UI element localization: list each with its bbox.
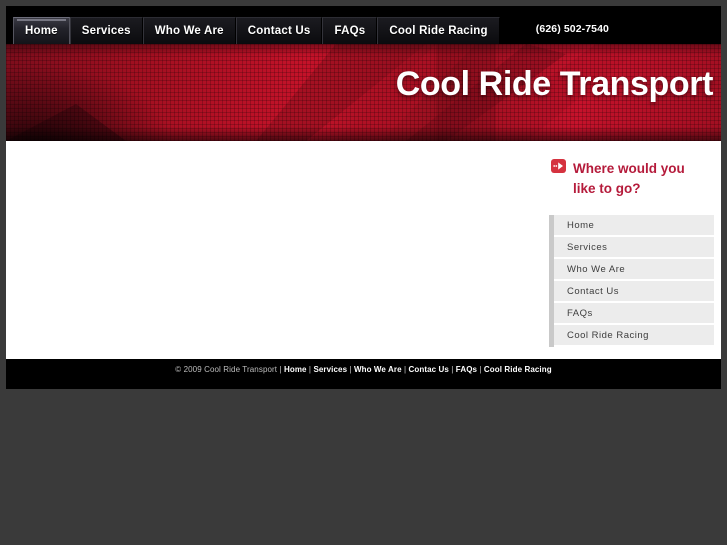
main-content-area: Where would you like to go? Home Services… — [6, 141, 721, 359]
sidebar: Where would you like to go? Home Services… — [549, 141, 714, 347]
sidebar-item-label: Cool Ride Racing — [567, 329, 649, 341]
sidebar-item-label: Home — [567, 219, 595, 231]
sidebar-item-label: Who We Are — [567, 263, 626, 275]
arrow-right-icon — [551, 159, 566, 173]
sidebar-heading-line2: like to go? — [573, 181, 641, 196]
sidebar-heading-line1: Where would you — [573, 161, 685, 176]
sidebar-item-services[interactable]: Services — [549, 237, 714, 259]
site-frame: Home Services Who We Are Contact Us FAQs Cool… — [0, 0, 727, 389]
sidebar-item-accent-bar — [549, 237, 554, 259]
footer-link-services[interactable]: Services — [313, 365, 347, 374]
nav-tab-label: Cool Ride Racing — [389, 25, 488, 37]
phone-number: (626) 502-7540 — [535, 23, 609, 35]
sidebar-item-label: FAQs — [567, 307, 593, 319]
site-title: Cool Ride Transport — [395, 65, 714, 103]
footer-links: © 2009 Cool Ride Transport | Home | Serv… — [6, 365, 721, 374]
footer-separator: | — [277, 365, 284, 374]
nav-tab-cool-ride-racing[interactable]: Cool Ride Racing — [377, 17, 500, 44]
footer-link-faqs[interactable]: FAQs — [456, 365, 477, 374]
sidebar-item-faqs[interactable]: FAQs — [549, 303, 714, 325]
nav-tab-label: Contact Us — [247, 25, 311, 37]
top-navigation-bar: Home Services Who We Are Contact Us FAQs Cool… — [6, 6, 721, 44]
footer-separator: | — [347, 365, 354, 374]
sidebar-item-accent-bar — [549, 281, 554, 303]
nav-tab-label: FAQs — [334, 25, 366, 37]
sidebar-item-cool-ride-racing[interactable]: Cool Ride Racing — [549, 325, 714, 347]
footer-copyright: © 2009 Cool Ride Transport — [175, 365, 278, 374]
sidebar-item-accent-bar — [549, 259, 554, 281]
sidebar-item-accent-bar — [549, 215, 554, 237]
sidebar-item-contact-us[interactable]: Contact Us — [549, 281, 714, 303]
footer-link-contac-us[interactable]: Contac Us — [408, 365, 448, 374]
sidebar-item-accent-bar — [549, 325, 554, 347]
sidebar-menu: Home Services Who We Are Contact Us FAQs Cool… — [549, 215, 714, 347]
nav-tab-label: Services — [81, 25, 131, 37]
sidebar-item-home[interactable]: Home — [549, 215, 714, 237]
sidebar-item-label: Services — [567, 241, 608, 253]
nav-tab-who-we-are[interactable]: Who We Are — [142, 17, 236, 44]
nav-tab-home[interactable]: Home — [13, 17, 70, 44]
page-root: Home Services Who We Are Contact Us FAQs Cool… — [0, 0, 727, 545]
footer-link-who-we-are[interactable]: Who We Are — [354, 365, 402, 374]
footer-separator: | — [477, 365, 484, 374]
content-body — [6, 141, 546, 359]
nav-tab-list: Home Services Who We Are Contact Us FAQs Cool… — [13, 17, 500, 44]
footer-separator: | — [448, 365, 456, 374]
footer-link-home[interactable]: Home — [284, 365, 307, 374]
sidebar-item-who-we-are[interactable]: Who We Are — [549, 259, 714, 281]
site-banner: Cool Ride Transport — [6, 44, 721, 141]
nav-tab-faqs[interactable]: FAQs — [322, 17, 378, 44]
site-footer: © 2009 Cool Ride Transport | Home | Serv… — [6, 359, 721, 389]
sidebar-item-label: Contact Us — [567, 285, 619, 297]
nav-tab-label: Home — [25, 25, 58, 37]
nav-tab-contact-us[interactable]: Contact Us — [235, 17, 323, 44]
page-background — [0, 389, 727, 545]
footer-link-cool-ride-racing[interactable]: Cool Ride Racing — [484, 365, 552, 374]
sidebar-heading: Where would you like to go? — [549, 141, 713, 199]
nav-tab-services[interactable]: Services — [69, 17, 143, 44]
sidebar-item-accent-bar — [549, 303, 554, 325]
nav-tab-label: Who We Are — [154, 25, 224, 37]
